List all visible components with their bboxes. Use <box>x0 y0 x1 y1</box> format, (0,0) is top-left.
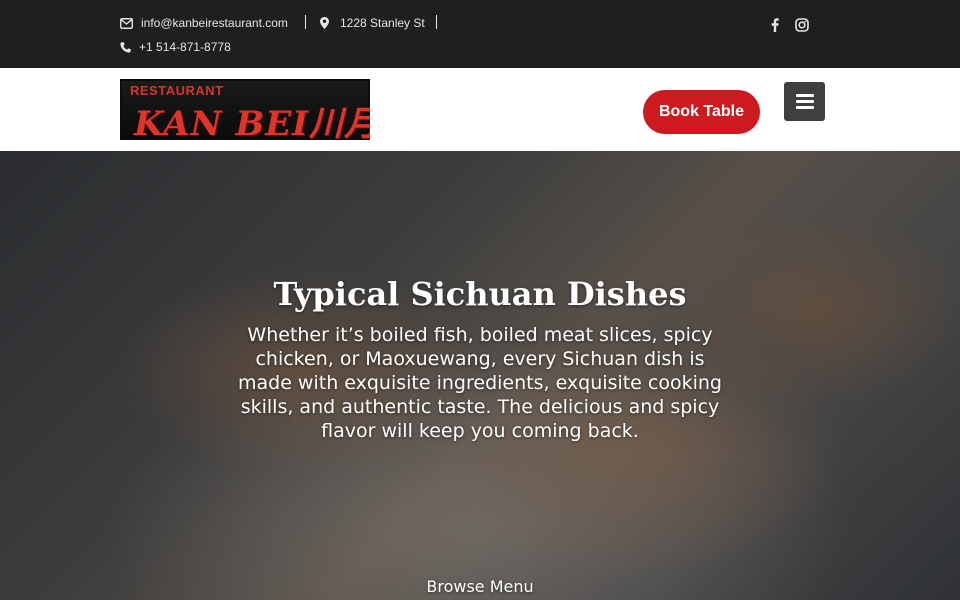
map-marker-icon <box>320 17 329 29</box>
logo-background: RESTAURANT KAN BEI川月 <box>122 81 370 140</box>
envelope-icon <box>120 17 133 29</box>
browse-menu-link[interactable]: Browse Menu <box>380 577 580 596</box>
top-contact-bar: info@kanbeirestaurant.com 1228 Stanley S… <box>0 0 960 68</box>
facebook-icon[interactable] <box>767 16 783 34</box>
menu-bar <box>795 106 814 109</box>
menu-bar <box>795 94 814 97</box>
divider <box>436 15 437 29</box>
hero-description: Whether it’s boiled fish, boiled meat sl… <box>237 324 722 442</box>
email-text: info@kanbeirestaurant.com <box>141 16 288 30</box>
phone-contact[interactable]: +1 514-871-8778 <box>120 39 231 55</box>
book-table-button[interactable]: Book Table <box>643 90 760 134</box>
instagram-icon[interactable] <box>794 16 810 34</box>
phone-icon <box>120 41 131 53</box>
hero-title: Typical Sichuan Dishes <box>273 275 687 313</box>
divider <box>305 15 306 29</box>
restaurant-logo[interactable]: RESTAURANT KAN BEI川月 <box>120 79 370 140</box>
menu-bar <box>795 100 814 103</box>
hero-banner: Typical Sichuan Dishes Whether it’s boil… <box>0 151 960 600</box>
address-text: 1228 Stanley St <box>340 16 425 30</box>
address-contact[interactable]: 1228 Stanley St <box>320 15 425 31</box>
email-contact[interactable]: info@kanbeirestaurant.com <box>120 15 288 31</box>
site-header: RESTAURANT KAN BEI川月 Book Table <box>0 68 960 151</box>
hamburger-menu-icon[interactable] <box>784 82 825 121</box>
phone-text: +1 514-871-8778 <box>139 40 231 54</box>
logo-title: KAN BEI川月 <box>134 104 370 140</box>
